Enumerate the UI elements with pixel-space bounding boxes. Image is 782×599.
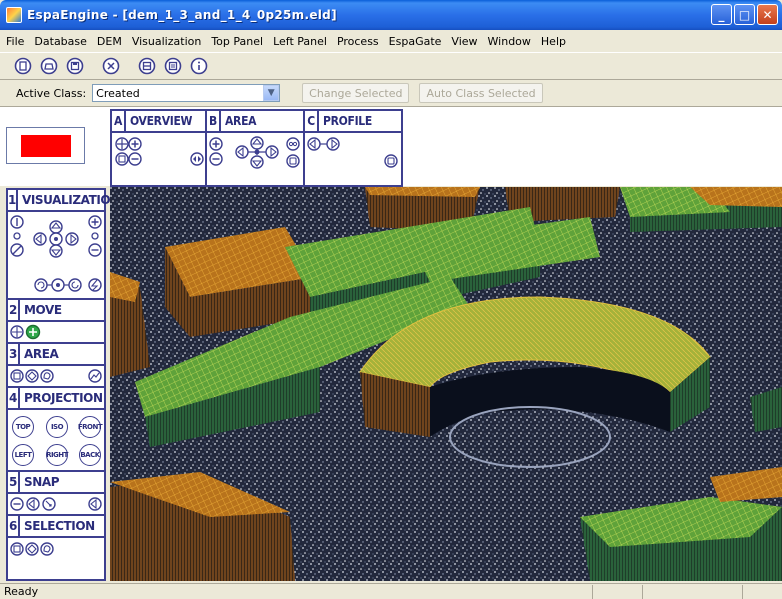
3d-viewport[interactable] [110, 187, 782, 581]
projection-front-button[interactable]: FRONT [78, 416, 103, 438]
window-title: EspaEngine - [dem_1_3_and_1_4_0p25m.eld] [27, 8, 337, 22]
top-panel: A OVERVIEW B AREA C PROFILE [0, 106, 782, 187]
active-class-value: Created [96, 86, 140, 100]
menu-left-panel[interactable]: Left Panel [273, 35, 327, 48]
menu-window[interactable]: Window [488, 35, 531, 48]
menu-bar: File Database DEM Visualization Top Pane… [0, 30, 782, 52]
area-controls[interactable] [207, 133, 303, 185]
minimize-button[interactable]: _ [711, 4, 732, 25]
properties-icon[interactable] [162, 55, 184, 77]
menu-espagate[interactable]: EspaGate [389, 35, 442, 48]
snap-section-title: SNAP [24, 475, 60, 489]
open-icon[interactable] [38, 55, 60, 77]
active-class-color-swatch [6, 127, 85, 164]
chevron-down-icon[interactable]: ▼ [263, 85, 280, 101]
move-section-number: 2 [8, 300, 20, 320]
left-area-icons[interactable] [8, 366, 104, 386]
overview-panel: A OVERVIEW [110, 109, 207, 187]
app-icon [6, 7, 22, 23]
maximize-button[interactable]: □ [734, 4, 755, 25]
status-cell-1 [592, 585, 642, 599]
projection-controls: TOP ISO FRONT LEFT RIGHT BACK [8, 410, 104, 472]
visualization-section-number: 1 [8, 190, 18, 210]
profile-controls[interactable] [305, 133, 401, 185]
change-selected-button[interactable]: Change Selected [302, 83, 410, 103]
status-cell-2 [642, 585, 742, 599]
left-area-controls [8, 366, 104, 388]
menu-file[interactable]: File [6, 35, 24, 48]
layers-icon[interactable] [136, 55, 158, 77]
overview-panel-title: OVERVIEW [130, 114, 193, 128]
menu-view[interactable]: View [451, 35, 477, 48]
left-area-section-header: 3 AREA [8, 344, 104, 366]
active-class-bar: Active Class: Created ▼ Change Selected … [0, 80, 782, 106]
projection-left-button[interactable]: LEFT [12, 444, 34, 466]
area-panel-letter: B [207, 111, 221, 131]
point-cloud-render[interactable] [110, 187, 782, 581]
snap-controls [8, 494, 104, 516]
area-panel: B AREA [205, 109, 305, 187]
main-toolbar [0, 52, 782, 80]
menu-database[interactable]: Database [34, 35, 87, 48]
visualization-section-header: 1 VISUALIZATION [8, 190, 120, 212]
visualization-section-title: VISUALIZATION [21, 193, 120, 207]
title-bar: EspaEngine - [dem_1_3_and_1_4_0p25m.eld]… [0, 0, 782, 30]
selection-section-header: 6 SELECTION [8, 516, 104, 538]
active-class-label: Active Class: [16, 86, 87, 100]
area-panel-title: AREA [225, 114, 257, 128]
move-controls [8, 322, 104, 344]
snap-section-header: 5 SNAP [8, 472, 104, 494]
window-controls: _ □ ✕ [711, 4, 778, 25]
projection-back-button[interactable]: BACK [79, 444, 101, 466]
menu-visualization[interactable]: Visualization [132, 35, 201, 48]
projection-top-button[interactable]: TOP [12, 416, 34, 438]
active-class-color-fill [20, 134, 71, 157]
auto-class-selected-button[interactable]: Auto Class Selected [419, 83, 543, 103]
left-area-section-title: AREA [24, 347, 59, 361]
visualization-icons[interactable] [8, 212, 104, 298]
selection-section-title: SELECTION [24, 519, 95, 533]
menu-top-panel[interactable]: Top Panel [211, 35, 263, 48]
close-icon[interactable] [100, 55, 122, 77]
status-bar: Ready [0, 583, 782, 599]
projection-section-title: PROJECTION [24, 391, 103, 405]
status-cell-3 [742, 585, 782, 599]
visualization-controls [8, 212, 104, 300]
overview-controls[interactable] [112, 133, 205, 185]
projection-iso-button[interactable]: ISO [46, 416, 68, 438]
menu-dem[interactable]: DEM [97, 35, 122, 48]
move-icons[interactable] [8, 322, 104, 342]
menu-process[interactable]: Process [337, 35, 379, 48]
snap-icons[interactable] [8, 494, 104, 514]
snap-section-number: 5 [8, 472, 20, 492]
selection-controls [8, 538, 104, 562]
overview-panel-letter: A [112, 111, 126, 131]
left-area-section-number: 3 [8, 344, 20, 364]
projection-section-number: 4 [8, 388, 20, 408]
close-button[interactable]: ✕ [757, 4, 778, 25]
projection-section-header: 4 PROJECTION [8, 388, 104, 410]
new-icon[interactable] [12, 55, 34, 77]
projection-right-button[interactable]: RIGHT [46, 444, 68, 466]
active-class-select[interactable]: Created ▼ [92, 84, 281, 102]
status-text: Ready [4, 585, 39, 598]
left-panel: 1 VISUALIZATION 2 MOVE 3 AREA 4 PROJECTI… [6, 188, 120, 581]
selection-section-number: 6 [8, 516, 20, 536]
profile-panel: C PROFILE [303, 109, 403, 187]
move-section-header: 2 MOVE [8, 300, 104, 322]
info-icon[interactable] [188, 55, 210, 77]
move-section-title: MOVE [24, 303, 62, 317]
profile-panel-title: PROFILE [323, 114, 372, 128]
profile-panel-letter: C [305, 111, 319, 131]
menu-help[interactable]: Help [541, 35, 566, 48]
save-icon[interactable] [64, 55, 86, 77]
selection-icons[interactable] [8, 538, 104, 560]
